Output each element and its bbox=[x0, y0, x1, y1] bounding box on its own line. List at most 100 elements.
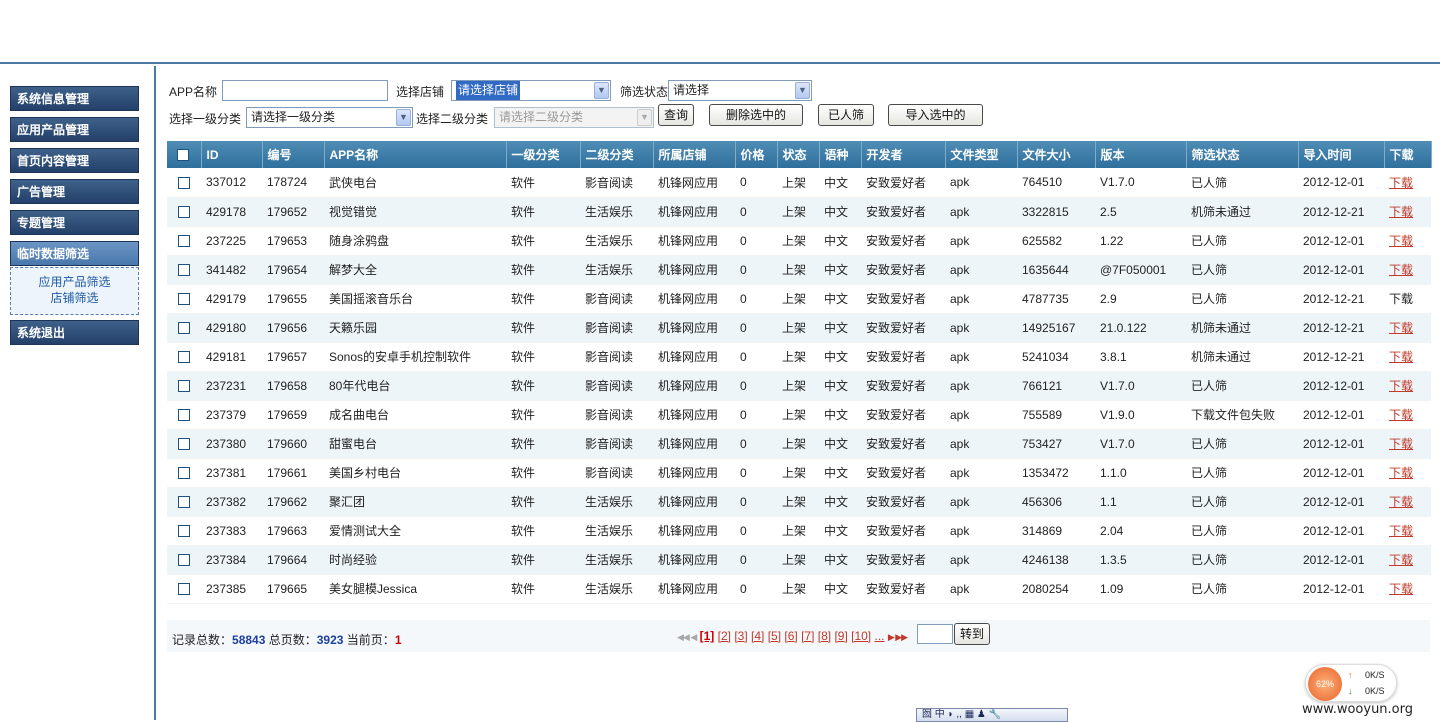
next-last-icon[interactable]: ▶ ▶▶ bbox=[888, 632, 908, 642]
cell-store: 机锋网应用 bbox=[653, 226, 735, 256]
row-checkbox[interactable] bbox=[177, 235, 190, 248]
goto-button[interactable]: 转到 bbox=[954, 623, 990, 645]
row-checkbox[interactable] bbox=[177, 264, 190, 277]
download-speed: 0K/S bbox=[1365, 686, 1385, 696]
page-link[interactable]: [10] bbox=[851, 629, 871, 643]
cell-developer: 安致爱好者 bbox=[861, 516, 945, 546]
cell-price: 0 bbox=[735, 429, 777, 459]
row-checkbox[interactable] bbox=[177, 496, 190, 509]
query-button[interactable]: 查询 bbox=[658, 104, 694, 126]
nav-item-app-products[interactable]: 应用产品管理 bbox=[10, 117, 139, 142]
nav-item-homepage-content[interactable]: 首页内容管理 bbox=[10, 148, 139, 173]
cell-id: 429179 bbox=[201, 284, 262, 314]
import-selected-button[interactable]: 导入选中的 bbox=[888, 104, 983, 126]
download-link[interactable]: 下载 bbox=[1389, 466, 1413, 480]
app-name-input[interactable] bbox=[222, 80, 388, 101]
cell-import-time: 2012-12-01 bbox=[1298, 458, 1384, 488]
download-link[interactable]: 下载 bbox=[1389, 437, 1413, 451]
download-link[interactable]: 下载 bbox=[1389, 321, 1413, 335]
chevron-down-icon: ▼ bbox=[637, 109, 652, 126]
cell-number: 179657 bbox=[262, 342, 324, 372]
manual-filtered-button[interactable]: 已人筛 bbox=[818, 104, 874, 126]
page-link[interactable]: [3] bbox=[734, 629, 747, 643]
cell-category1: 软件 bbox=[506, 284, 580, 314]
nav-item-system-info[interactable]: 系统信息管理 bbox=[10, 86, 139, 111]
goto-page-input[interactable] bbox=[917, 624, 953, 644]
cell-id: 341482 bbox=[201, 255, 262, 285]
status-select[interactable]: 请选择 ▼ bbox=[668, 80, 812, 101]
cell-status: 上架 bbox=[777, 574, 819, 604]
page-link[interactable]: [2] bbox=[718, 629, 731, 643]
delete-selected-button[interactable]: 删除选中的 bbox=[709, 104, 803, 126]
row-checkbox[interactable] bbox=[177, 583, 190, 596]
cell-filter-status: 下载文件包失败 bbox=[1186, 400, 1298, 430]
store-select[interactable]: 请选择店铺 ▼ bbox=[451, 80, 611, 101]
category1-select[interactable]: 请选择一级分类 ▼ bbox=[246, 107, 413, 128]
cell-app-name: 聚汇团 bbox=[324, 487, 506, 517]
select-all-checkbox[interactable] bbox=[177, 149, 190, 162]
cell-filter-status: 机筛未通过 bbox=[1186, 197, 1298, 227]
row-checkbox[interactable] bbox=[177, 322, 190, 335]
row-checkbox[interactable] bbox=[177, 351, 190, 364]
cell-number: 179661 bbox=[262, 458, 324, 488]
page-link[interactable]: [5] bbox=[768, 629, 781, 643]
cell-version: V1.7.0 bbox=[1095, 168, 1186, 198]
subnav-store-filter[interactable]: 店铺筛选 bbox=[11, 290, 138, 306]
nav-item-ads[interactable]: 广告管理 bbox=[10, 179, 139, 204]
row-checkbox[interactable] bbox=[177, 293, 190, 306]
cell-app-name: 成名曲电台 bbox=[324, 400, 506, 430]
page-link[interactable]: ... bbox=[874, 629, 884, 643]
page-link[interactable]: [4] bbox=[751, 629, 764, 643]
nav-item-topics[interactable]: 专题管理 bbox=[10, 210, 139, 235]
app-data-table: ID 编号 APP名称 一级分类 二级分类 所属店铺 价格 状态 语种 开发者 文件类型 文件大小 版本… bbox=[167, 141, 1432, 604]
cell-id: 237231 bbox=[201, 371, 262, 401]
row-checkbox[interactable] bbox=[177, 554, 190, 567]
row-checkbox[interactable] bbox=[177, 438, 190, 451]
page-link[interactable]: [8] bbox=[818, 629, 831, 643]
table-row: 237380 179660 甜蜜电台 软件 影音阅读 机锋网应用 0 上架 中文 安致爱好者 apk… bbox=[167, 429, 1431, 459]
cell-language: 中文 bbox=[819, 342, 861, 372]
cell-language: 中文 bbox=[819, 197, 861, 227]
row-select-cell bbox=[167, 255, 201, 285]
nav-item-temp-data-filter[interactable]: 临时数据筛选 bbox=[10, 241, 139, 266]
page-link[interactable]: [1] bbox=[700, 629, 715, 643]
page-link[interactable]: [7] bbox=[801, 629, 814, 643]
page-link[interactable]: [6] bbox=[784, 629, 797, 643]
network-speed-widget[interactable]: 62% ↑ 0K/S ↓ 0K/S bbox=[1305, 664, 1397, 702]
download-link[interactable]: 下载 bbox=[1389, 408, 1413, 422]
cell-app-name: 美女腿模Jessica bbox=[324, 574, 506, 604]
download-link[interactable]: 下载 bbox=[1389, 350, 1413, 364]
row-checkbox[interactable] bbox=[177, 467, 190, 480]
cell-store: 机锋网应用 bbox=[653, 574, 735, 604]
download-link[interactable]: 下载 bbox=[1389, 234, 1413, 248]
cell-language: 中文 bbox=[819, 313, 861, 343]
cell-filter-status: 已人筛 bbox=[1186, 487, 1298, 517]
nav-item-logout[interactable]: 系统退出 bbox=[10, 320, 139, 345]
download-link[interactable]: 下载 bbox=[1389, 263, 1413, 277]
table-row: 429179 179655 美国摇滚音乐台 软件 影音阅读 机锋网应用 0 上架 中文 安致爱好者… bbox=[167, 284, 1431, 314]
cell-id: 429180 bbox=[201, 313, 262, 343]
row-checkbox[interactable] bbox=[177, 380, 190, 393]
cell-download: 下载 bbox=[1384, 255, 1431, 285]
page-link[interactable]: [9] bbox=[834, 629, 847, 643]
download-link[interactable]: 下载 bbox=[1389, 495, 1413, 509]
cell-status: 上架 bbox=[777, 458, 819, 488]
cell-status: 上架 bbox=[777, 226, 819, 256]
cell-status: 上架 bbox=[777, 516, 819, 546]
row-checkbox[interactable] bbox=[177, 177, 190, 190]
cell-category1: 软件 bbox=[506, 516, 580, 546]
download-link[interactable]: 下载 bbox=[1389, 205, 1413, 219]
download-link[interactable]: 下载 bbox=[1389, 553, 1413, 567]
cell-status: 上架 bbox=[777, 400, 819, 430]
subnav-app-product-filter[interactable]: 应用产品筛选 bbox=[11, 274, 138, 290]
cell-store: 机锋网应用 bbox=[653, 284, 735, 314]
download-link[interactable]: 下载 bbox=[1389, 176, 1413, 190]
download-link[interactable]: 下载 bbox=[1389, 379, 1413, 393]
download-link[interactable]: 下载 bbox=[1389, 582, 1413, 596]
download-link[interactable]: 下载 bbox=[1389, 524, 1413, 538]
cell-price: 0 bbox=[735, 545, 777, 575]
cell-download: 下载 bbox=[1384, 458, 1431, 488]
row-checkbox[interactable] bbox=[177, 525, 190, 538]
row-checkbox[interactable] bbox=[177, 206, 190, 219]
row-checkbox[interactable] bbox=[177, 409, 190, 422]
